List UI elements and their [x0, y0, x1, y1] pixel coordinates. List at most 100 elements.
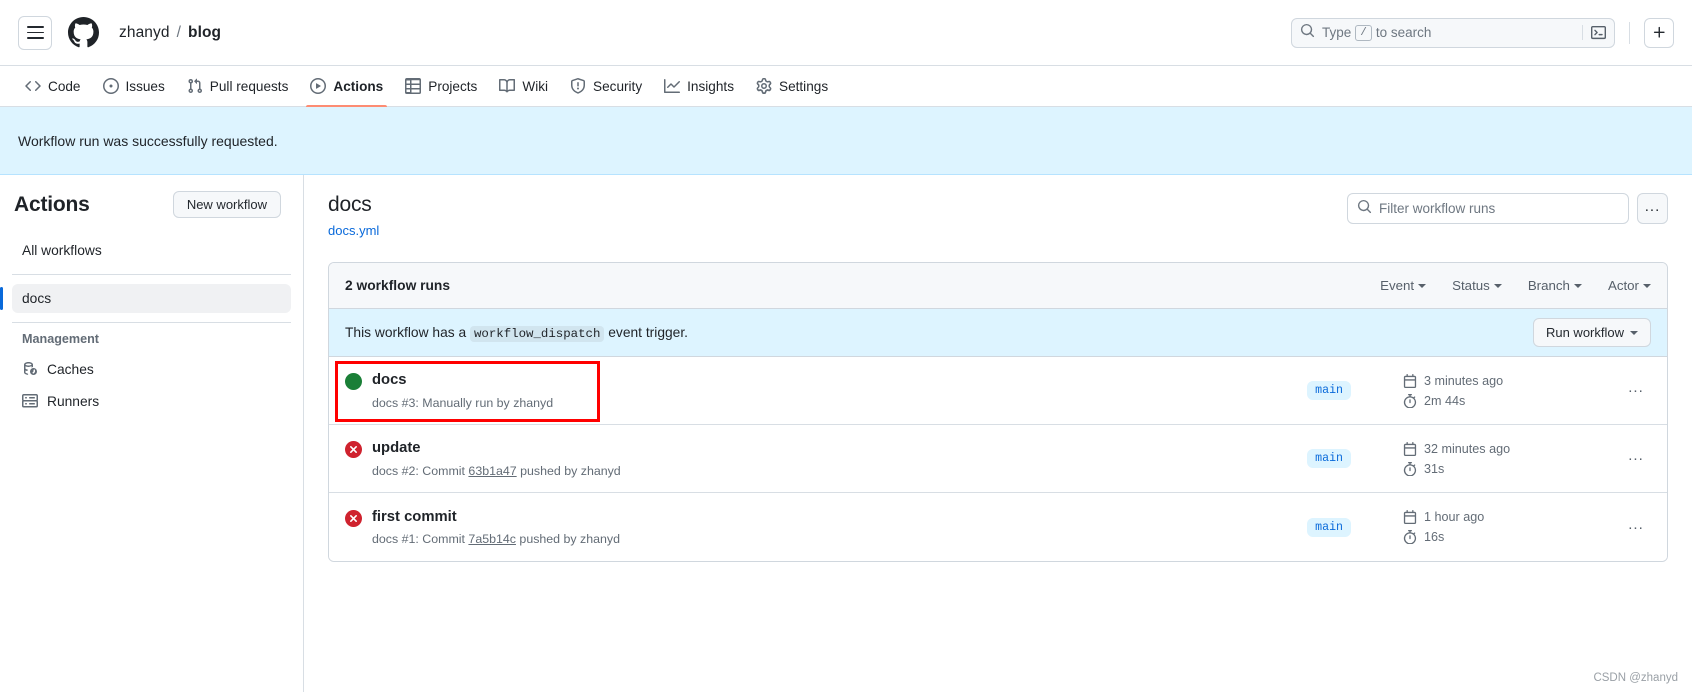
- run-branch: main: [1307, 517, 1351, 537]
- dispatch-text-after: event trigger.: [608, 324, 689, 340]
- run-commit-link[interactable]: 7a5b14c: [468, 532, 516, 546]
- filter-branch-dropdown[interactable]: Branch: [1528, 278, 1582, 293]
- run-title-link[interactable]: first commit: [372, 508, 620, 527]
- hamburger-icon-bar: [26, 31, 44, 34]
- hamburger-menu-button[interactable]: [18, 15, 52, 50]
- tab-projects[interactable]: Projects: [394, 66, 488, 106]
- table-row[interactable]: update docs #2: Commit 63b1a47 pushed by…: [329, 425, 1667, 493]
- run-info: update docs #2: Commit 63b1a47 pushed by…: [345, 439, 621, 478]
- page-title: docs: [328, 193, 372, 216]
- run-workflow-button[interactable]: Run workflow: [1532, 318, 1651, 347]
- run-subtitle: docs #3: Manually run by zhanyd: [372, 396, 553, 410]
- sidebar-item-all-workflows[interactable]: All workflows: [12, 236, 291, 265]
- branch-badge[interactable]: main: [1307, 449, 1351, 468]
- breadcrumb-owner[interactable]: zhanyd: [119, 24, 170, 42]
- shield-icon: [570, 78, 586, 94]
- workflow-runs-card: 2 workflow runs Event Status Branch Acto…: [328, 262, 1668, 562]
- book-icon: [499, 78, 516, 94]
- run-subtitle-suffix: pushed by zhanyd: [519, 532, 620, 547]
- workflow-header: docs docs.yml Filter workflow runs ...: [328, 193, 1668, 240]
- search-input[interactable]: Type / to search: [1291, 17, 1615, 48]
- tab-insights[interactable]: Insights: [653, 66, 745, 106]
- run-commit-link[interactable]: 63b1a47: [468, 464, 516, 478]
- tab-security-label: Security: [593, 78, 643, 94]
- sidebar-item-docs[interactable]: docs: [0, 284, 291, 313]
- sidebar-divider: [12, 274, 291, 275]
- workflow-runs-count: 2 workflow runs: [345, 278, 451, 293]
- tab-issues-label: Issues: [125, 78, 165, 94]
- repo-nav: Code Issues Pull requests Actions Projec…: [0, 66, 1692, 107]
- workflow-title-block: docs docs.yml: [328, 193, 379, 240]
- table-row[interactable]: first commit docs #1: Commit 7a5b14c pus…: [329, 493, 1667, 561]
- run-meta: 3 minutes ago 2m 44s: [1403, 373, 1603, 408]
- tab-pull-requests-label: Pull requests: [209, 78, 289, 94]
- new-workflow-button[interactable]: New workflow: [172, 191, 281, 218]
- search-placeholder-suffix: to search: [1375, 25, 1432, 40]
- branch-badge[interactable]: main: [1307, 381, 1351, 400]
- breadcrumb-repo[interactable]: blog: [188, 24, 221, 42]
- run-more-options-button[interactable]: ...: [1621, 377, 1651, 405]
- sidebar-item-caches[interactable]: Caches: [12, 354, 291, 384]
- tab-issues[interactable]: Issues: [92, 66, 176, 106]
- git-pull-request-icon: [187, 78, 203, 94]
- tab-wiki[interactable]: Wiki: [488, 66, 559, 106]
- run-timestamp: 1 hour ago: [1403, 510, 1603, 524]
- filter-status-dropdown[interactable]: Status: [1452, 278, 1502, 293]
- filter-event-label: Event: [1380, 278, 1415, 293]
- sidebar-list: All workflows docs Management Caches Run…: [0, 236, 303, 416]
- run-subtitle-suffix: pushed by zhanyd: [520, 463, 621, 478]
- issue-opened-icon: [102, 78, 119, 94]
- sidebar-header: Actions New workflow: [0, 191, 303, 218]
- filter-actor-dropdown[interactable]: Actor: [1608, 278, 1651, 293]
- terminal-icon[interactable]: [1582, 25, 1606, 40]
- run-more-options-button[interactable]: ...: [1621, 445, 1651, 473]
- sidebar-item-runners[interactable]: Runners: [12, 386, 291, 416]
- github-logo-icon[interactable]: [68, 17, 99, 48]
- global-header: zhanyd / blog Type / to search: [0, 0, 1692, 66]
- tab-code[interactable]: Code: [14, 66, 92, 106]
- run-duration: 31s: [1403, 461, 1603, 476]
- table-row[interactable]: docs docs #3: Manually run by zhanyd mai…: [329, 357, 1667, 425]
- run-meta: 1 hour ago 16s: [1403, 510, 1603, 544]
- filter-status-label: Status: [1452, 278, 1490, 293]
- tab-insights-label: Insights: [687, 78, 734, 94]
- calendar-icon: [1403, 373, 1417, 388]
- chevron-down-icon: [1493, 283, 1502, 288]
- dispatch-text-before: This workflow has a: [345, 324, 467, 340]
- x-circle-fill-icon: [345, 441, 362, 459]
- workflow-header-actions: Filter workflow runs ...: [1347, 193, 1668, 224]
- sidebar-item-label: All workflows: [22, 243, 102, 258]
- run-time-text: 3 minutes ago: [1424, 373, 1504, 388]
- run-time-text: 32 minutes ago: [1424, 441, 1511, 456]
- workflow-more-options-button[interactable]: ...: [1637, 193, 1668, 224]
- run-title-link[interactable]: docs: [372, 371, 553, 390]
- breadcrumb: zhanyd / blog: [119, 24, 221, 42]
- filter-branch-label: Branch: [1527, 278, 1570, 293]
- watermark: CSDN @zhanyd: [1593, 672, 1678, 684]
- flash-message: Workflow run was successfully requested.: [18, 132, 278, 149]
- run-text: update docs #2: Commit 63b1a47 pushed by…: [372, 439, 621, 477]
- filter-event-dropdown[interactable]: Event: [1380, 278, 1427, 293]
- filter-workflow-runs-input[interactable]: Filter workflow runs: [1347, 193, 1629, 224]
- branch-badge[interactable]: main: [1307, 517, 1351, 537]
- run-meta: 32 minutes ago 31s: [1403, 441, 1603, 476]
- search-placeholder: Type / to search: [1322, 24, 1432, 41]
- run-more-options-button[interactable]: ...: [1621, 513, 1651, 541]
- sidebar-item-label: Caches: [47, 361, 94, 377]
- chevron-down-icon: [1573, 283, 1582, 288]
- run-duration-text: 16s: [1424, 530, 1445, 544]
- search-icon: [1300, 23, 1315, 43]
- tab-settings[interactable]: Settings: [745, 66, 839, 106]
- run-title-link[interactable]: update: [372, 439, 621, 458]
- run-branch: main: [1307, 449, 1351, 468]
- tab-wiki-label: Wiki: [522, 78, 549, 94]
- code-icon: [25, 78, 41, 94]
- search-slash-kbd: /: [1355, 24, 1372, 41]
- run-time-text: 1 hour ago: [1424, 510, 1485, 524]
- run-subtitle: docs #2: Commit 63b1a47 pushed by zhanyd: [372, 464, 621, 478]
- create-new-button[interactable]: [1644, 17, 1674, 48]
- tab-security[interactable]: Security: [559, 66, 653, 106]
- tab-pull-requests[interactable]: Pull requests: [176, 66, 300, 106]
- workflow-file-link[interactable]: docs.yml: [328, 223, 379, 238]
- tab-actions[interactable]: Actions: [299, 66, 394, 107]
